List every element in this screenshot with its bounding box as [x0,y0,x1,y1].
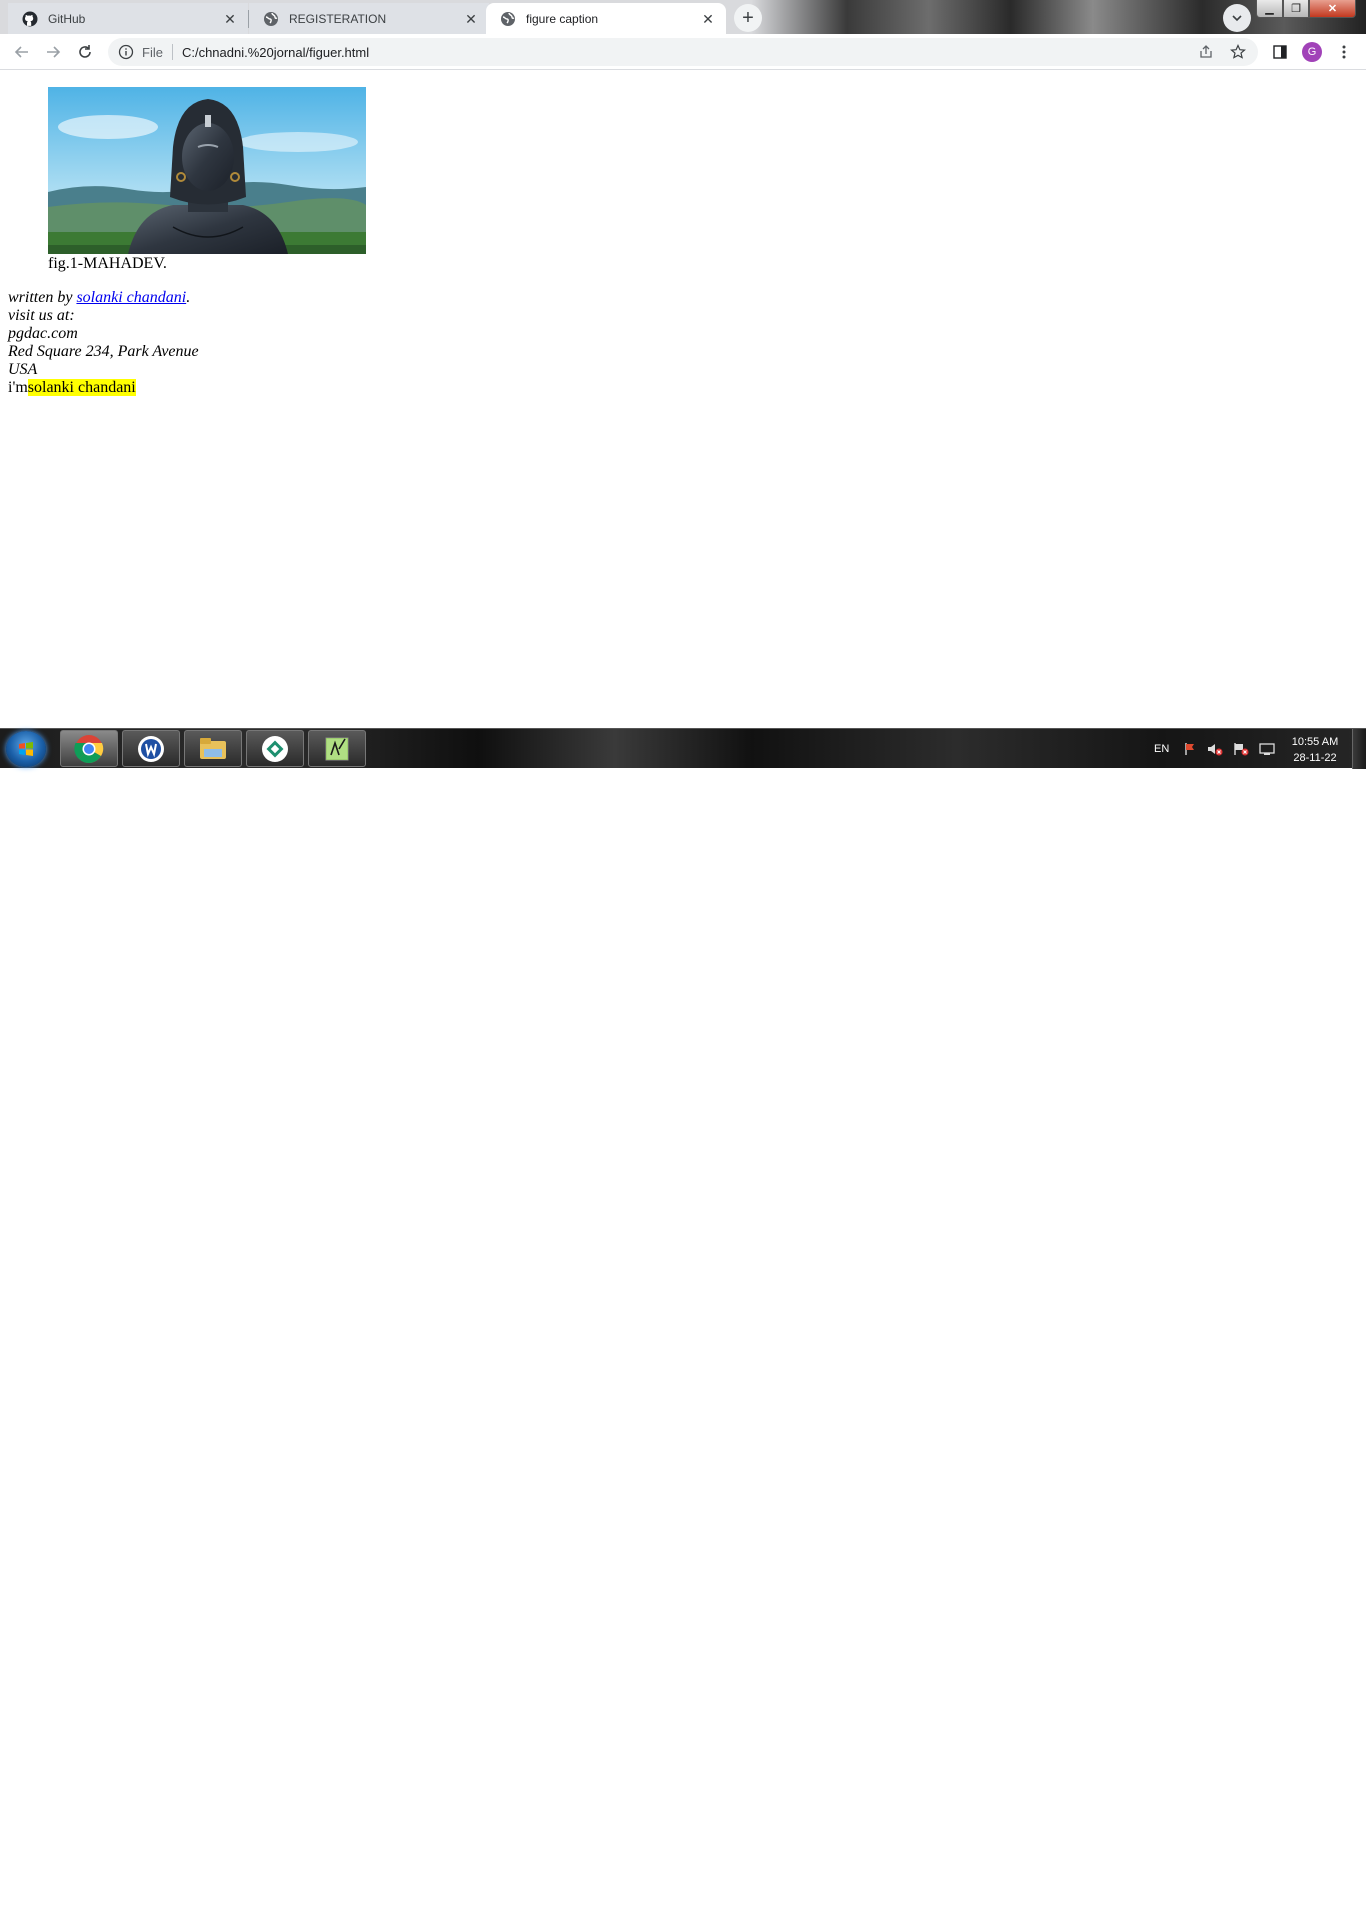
street-text: Red Square 234, Park Avenue [8,343,199,360]
tab-title: REGISTERATION [289,11,387,26]
window-controls: ▁ ❐ ✕ [1256,0,1356,18]
tab-search-button[interactable] [1223,4,1251,32]
chevron-down-icon [1232,15,1242,22]
written-by-suffix: . [186,289,191,306]
author-link[interactable]: solanki chandani [76,289,186,306]
reload-button[interactable] [71,38,99,66]
bookmark-star-icon[interactable] [1230,44,1246,60]
globe-icon [501,11,515,26]
restore-button[interactable]: ❐ [1283,0,1309,18]
site-text: pgdac.com [8,325,78,342]
statue-image [48,87,366,254]
address-bar[interactable]: File C:/chnadni.%20jornal/figuer.html [108,38,1258,66]
tab-figure-caption[interactable]: figure caption ✕ [486,3,726,34]
tab-github[interactable]: GitHub ✕ [8,3,248,34]
volume-muted-icon[interactable] [1207,742,1223,756]
figure: fig.1-MAHADEV. [48,87,366,273]
new-tab-button[interactable]: + [734,4,762,32]
address-block: written by solanki chandani. visit us at… [8,289,199,379]
taskbar: EN 10:55 AM 28-11-22 [0,728,1366,769]
plus-icon: + [742,7,754,29]
close-icon[interactable]: ✕ [700,11,716,27]
notepad-plus-plus-icon [325,737,349,760]
action-center-icon[interactable] [1233,742,1249,756]
close-icon: ✕ [1327,3,1338,15]
avatar: G [1302,42,1322,62]
close-icon[interactable]: ✕ [463,11,479,27]
tab-title: figure caption [526,11,599,26]
clock-date: 28-11-22 [1293,752,1337,764]
back-button[interactable] [8,38,36,66]
page-content: fig.1-MAHADEV. written by solanki chanda… [0,71,1366,728]
written-by-prefix: written by [8,289,77,306]
country-text: USA [8,361,38,378]
close-icon[interactable]: ✕ [222,11,238,27]
side-panel-button[interactable] [1266,38,1294,66]
globe-icon [264,11,278,26]
file-explorer-icon [200,737,226,759]
tab-strip: GitHub ✕ REGISTERATION ✕ figure caption … [0,0,1366,34]
forward-button[interactable] [39,38,67,66]
github-icon [22,11,38,26]
taskbar-chrome[interactable] [60,730,118,767]
taskbar-notepad-plus-plus[interactable] [308,730,366,767]
windows-logo-icon [19,742,33,756]
arrow-left-icon [14,46,28,58]
tab-title: GitHub [48,11,86,26]
start-button[interactable] [6,731,46,767]
visit-label: visit us at: [8,307,75,324]
intro-prefix: i'm [8,379,28,396]
close-window-button[interactable]: ✕ [1309,0,1356,18]
url-text[interactable]: C:/chnadni.%20jornal/figuer.html [182,45,369,60]
minimize-button[interactable]: ▁ [1256,0,1283,18]
show-desktop-button[interactable] [1352,729,1366,769]
clock[interactable]: 10:55 AM 28-11-22 [1280,734,1350,766]
omnibox-divider [171,44,173,60]
highlighted-name: solanki chandani [27,379,136,396]
info-icon[interactable] [118,44,134,60]
menu-button[interactable] [1330,38,1358,66]
tray-icons [1183,729,1275,769]
reload-icon [79,45,91,58]
figure-caption: fig.1-MAHADEV. [48,255,167,272]
side-panel-icon [1273,45,1287,59]
flag-icon[interactable] [1183,742,1197,756]
language-label: EN [1154,743,1170,755]
written-by-line: written by solanki chandani. [8,289,199,307]
restore-icon: ❐ [1291,3,1301,15]
network-app-icon [262,735,288,762]
more-vertical-icon [1342,45,1346,59]
network-icon[interactable] [1259,742,1275,756]
taskbar-writer[interactable] [122,730,180,767]
taskbar-file-explorer[interactable] [184,730,242,767]
arrow-right-icon [47,46,61,58]
tab-registeration[interactable]: REGISTERATION ✕ [249,3,489,34]
intro-line: i'msolanki chandani [8,379,136,397]
language-indicator[interactable]: EN [1154,729,1169,769]
writer-app-icon [138,735,164,762]
browser-toolbar: File C:/chnadni.%20jornal/figuer.html G [0,34,1366,70]
chrome-icon [74,734,104,763]
profile-button[interactable]: G [1298,38,1326,66]
clock-time: 10:55 AM [1291,736,1339,748]
taskbar-network-app[interactable] [246,730,304,767]
url-scheme-label: File [142,44,163,60]
minimize-icon: ▁ [1265,3,1274,15]
share-icon[interactable] [1198,44,1214,60]
